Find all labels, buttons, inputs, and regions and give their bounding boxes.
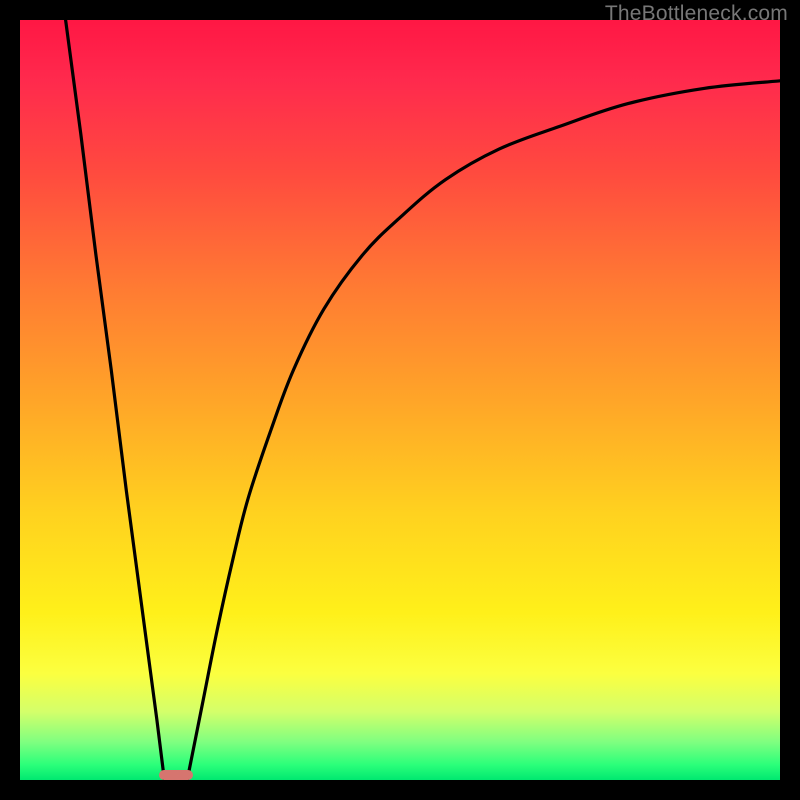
- curve-right-branch: [187, 81, 780, 780]
- curve-left-branch: [66, 20, 165, 780]
- watermark-text: TheBottleneck.com: [605, 2, 788, 26]
- bottleneck-marker: [159, 770, 193, 780]
- chart-curves-svg: [20, 20, 780, 780]
- chart-frame: TheBottleneck.com: [0, 0, 800, 800]
